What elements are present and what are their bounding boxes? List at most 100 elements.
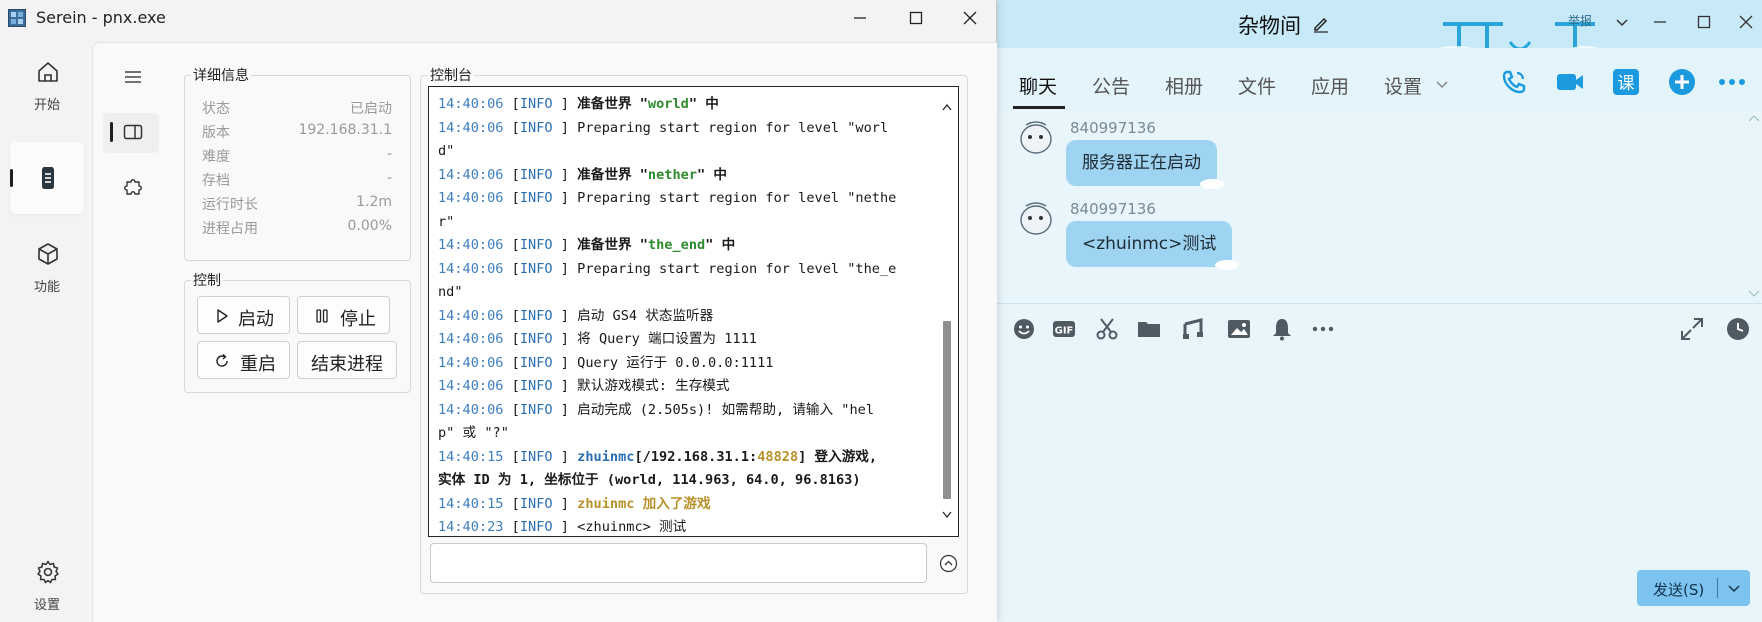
bubble-cloud-decoration — [1215, 260, 1240, 270]
log-line: 14:40:06 [INFO ] Preparing start region … — [438, 260, 897, 277]
maximize-icon[interactable] — [905, 7, 927, 29]
nav-label: 开始 — [33, 98, 60, 113]
log-line: 14:40:06 [INFO ] 启动完成 (2.505s)! 如需帮助, 请输… — [438, 401, 875, 418]
log-line: 14:40:15 [INFO ] zhuinmc 加入了游戏 — [438, 495, 711, 512]
scissors-icon[interactable] — [1094, 316, 1120, 342]
puzzle-icon[interactable] — [122, 176, 144, 198]
avatar[interactable] — [1016, 198, 1056, 238]
report-link[interactable]: 举报 — [1568, 12, 1592, 29]
nav-label: 功能 — [33, 280, 60, 295]
send-separator — [1717, 578, 1718, 598]
chevron-down-icon[interactable] — [1432, 74, 1452, 94]
uptime-value: 1.2m — [356, 194, 392, 210]
log-line: 14:40:06 [INFO ] Preparing start region … — [438, 119, 889, 136]
log-line: 14:40:06 [INFO ] Query 运行于 0.0.0.0:1111 — [438, 354, 774, 371]
tab-files[interactable]: 文件 — [1238, 72, 1276, 99]
chat-titlebar — [997, 0, 1762, 48]
minimize-icon[interactable] — [849, 7, 871, 29]
chevron-down-icon[interactable] — [1612, 12, 1632, 32]
log-line-wrap: p" 或 "?" — [438, 425, 509, 441]
start-label: 启动 — [238, 309, 274, 330]
avatar[interactable] — [1016, 117, 1056, 157]
log-line: 14:40:06 [INFO ] 默认游戏模式: 生存模式 — [438, 378, 730, 394]
message-bubble[interactable]: 服务器正在启动 — [1066, 140, 1224, 189]
tab-chat[interactable]: 聊天 — [1019, 72, 1057, 99]
tab-apps[interactable]: 应用 — [1311, 72, 1349, 99]
image-icon[interactable] — [1226, 316, 1252, 342]
message-text: 服务器正在启动 — [1082, 153, 1201, 173]
home-icon — [38, 62, 58, 82]
add-icon[interactable] — [1666, 66, 1698, 98]
console-legend: 控制台 — [428, 65, 474, 85]
log-line: 14:40:06 [INFO ] 准备世界 "nether" 中 — [438, 166, 727, 183]
start-button[interactable]: 启动 — [197, 296, 290, 334]
minimize-icon[interactable] — [1650, 12, 1670, 32]
message-sender: 840997136 — [1070, 200, 1156, 218]
maximize-icon[interactable] — [1694, 12, 1714, 32]
console-lines: 14:40:06 [INFO ] 准备世界 "world" 中 14:40:06… — [438, 93, 928, 540]
nav-item-settings[interactable]: 设置 — [10, 546, 84, 618]
tab-announcement[interactable]: 公告 — [1092, 72, 1130, 99]
emoji-icon[interactable] — [1011, 316, 1037, 342]
serein-window: Serein - pnx.exe 开始 功能 设置 详细信息 状态 已启动 版本… — [0, 0, 997, 622]
log-line: 14:40:15 [INFO ] zhuinmc[/192.168.31.1:4… — [438, 448, 878, 465]
details-legend: 详细信息 — [191, 65, 251, 85]
restart-button[interactable]: 重启 — [197, 341, 290, 379]
send-button[interactable]: 发送(S) — [1637, 570, 1750, 606]
more-icon[interactable] — [1310, 316, 1336, 342]
nav-item-server[interactable] — [10, 142, 84, 214]
close-icon[interactable] — [959, 7, 981, 29]
tab-album[interactable]: 相册 — [1165, 72, 1203, 99]
class-icon[interactable]: 课 — [1610, 66, 1642, 98]
message-bubble[interactable]: <zhuinmc>测试 — [1066, 221, 1240, 270]
kill-process-button[interactable]: 结束进程 — [297, 341, 397, 379]
difficulty-label: 难度 — [202, 149, 230, 165]
bell-icon[interactable] — [1269, 316, 1295, 342]
chevron-down-icon[interactable] — [1748, 290, 1760, 298]
cube-icon — [38, 243, 58, 265]
folder-icon[interactable] — [1136, 316, 1162, 342]
pause-icon — [316, 309, 328, 323]
uptime-label: 运行时长 — [202, 197, 258, 213]
history-clock-icon[interactable] — [1725, 316, 1751, 342]
log-line-wrap: d" — [438, 143, 455, 159]
log-line: 14:40:06 [INFO ] 将 Query 端口设置为 1111 — [438, 331, 757, 347]
status-value: 已启动 — [350, 101, 392, 117]
window-title: Serein - pnx.exe — [36, 8, 166, 27]
close-icon[interactable] — [1736, 12, 1756, 32]
more-icon[interactable] — [1716, 66, 1748, 98]
chevron-up-icon[interactable] — [1748, 114, 1760, 122]
log-line-wrap: 实体 ID 为 1, 坐标位于 (world, 114.963, 64.0, 9… — [438, 472, 861, 488]
stop-label: 停止 — [340, 309, 376, 330]
message-text: <zhuinmc>测试 — [1082, 234, 1217, 254]
input-divider — [997, 303, 1762, 304]
stop-button[interactable]: 停止 — [297, 296, 390, 334]
nav-item-home[interactable]: 开始 — [10, 46, 84, 118]
cpu-usage-label: 进程占用 — [202, 221, 258, 237]
tab-settings[interactable]: 设置 — [1384, 72, 1422, 99]
nav-item-functions[interactable]: 功能 — [10, 228, 84, 300]
music-note-icon[interactable] — [1180, 316, 1206, 342]
hamburger-menu-icon[interactable] — [122, 66, 144, 88]
command-input[interactable] — [430, 543, 927, 583]
chevron-up-circle-icon[interactable] — [939, 554, 958, 573]
main-navigation: 开始 功能 设置 — [0, 36, 92, 622]
chevron-down-icon[interactable] — [1725, 579, 1743, 597]
active-tab-underline — [1013, 106, 1065, 109]
edit-icon[interactable] — [1312, 15, 1330, 33]
panel-icon — [123, 124, 143, 140]
log-line: 14:40:06 [INFO ] 准备世界 "world" 中 — [438, 96, 719, 112]
status-label: 状态 — [202, 101, 230, 117]
expand-icon[interactable] — [1679, 316, 1705, 342]
message-sender: 840997136 — [1070, 119, 1156, 137]
scroll-thumb[interactable] — [943, 321, 951, 499]
video-call-icon[interactable] — [1554, 66, 1586, 98]
log-line: 14:40:23 [INFO ] <zhuinmc> 测试 — [438, 519, 687, 535]
cpu-usage-value: 0.00% — [347, 218, 392, 234]
difficulty-value: - — [386, 146, 392, 162]
gif-icon[interactable]: GIF — [1051, 316, 1077, 342]
voice-call-icon[interactable] — [1498, 66, 1530, 98]
control-legend: 控制 — [191, 270, 223, 290]
server-icon — [42, 167, 54, 189]
log-line: 14:40:06 [INFO ] 准备世界 "the_end" 中 — [438, 237, 736, 253]
